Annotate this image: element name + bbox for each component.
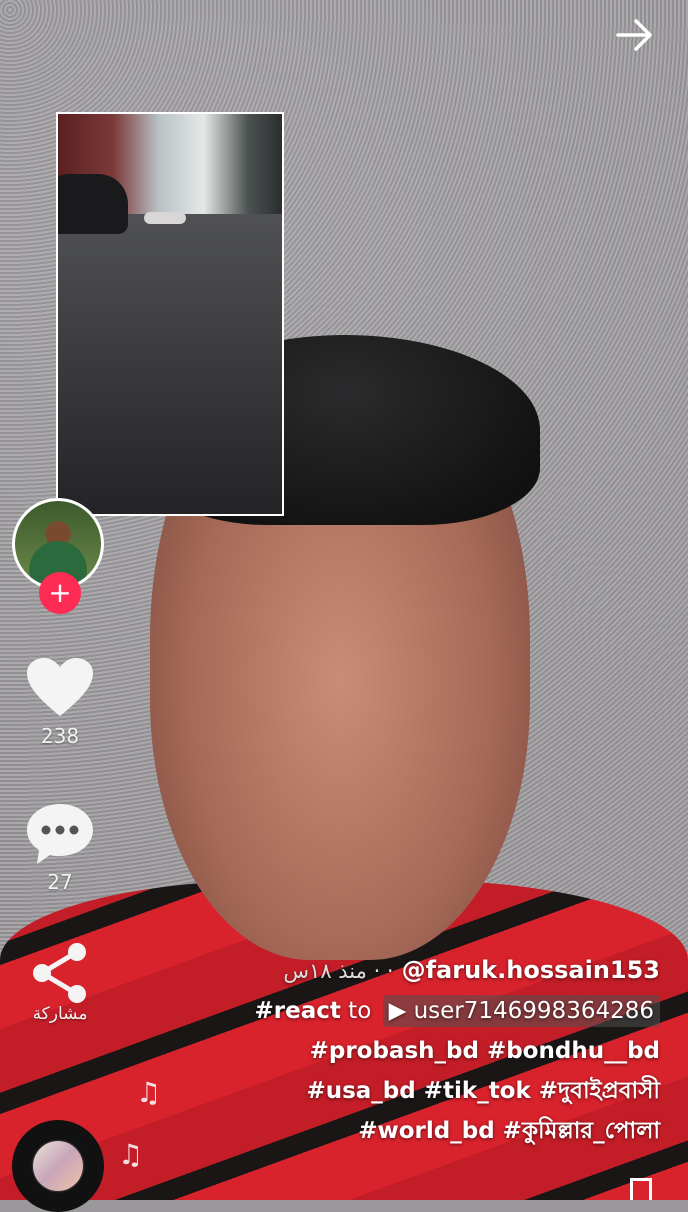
reacted-video-pip[interactable] [56, 112, 284, 516]
play-icon: ▶ [388, 998, 407, 1024]
like-button[interactable]: 238 [18, 656, 102, 748]
follow-button[interactable]: + [39, 572, 81, 614]
comment-count: 27 [47, 870, 73, 894]
plus-icon: + [48, 576, 72, 609]
react-to-text: to [348, 998, 372, 1024]
hashtags-line-2[interactable]: #usa_bd #tik_tok #দুবাইপ্রবাসী [220, 1071, 660, 1111]
music-note-icon: ♫ [118, 1138, 144, 1171]
react-source-chip[interactable]: ▶ user7146998364286 [382, 995, 660, 1027]
share-button[interactable]: مشاركة [18, 942, 102, 1024]
heart-icon[interactable] [25, 656, 95, 720]
comment-button[interactable]: 27 [18, 802, 102, 894]
like-count: 238 [40, 724, 80, 748]
music-note-icon: ♫ [136, 1076, 162, 1109]
hashtags-line-3[interactable]: #world_bd #কুমিল্লার_পোলা [220, 1111, 660, 1151]
react-line: #react to ▶ user7146998364286 [220, 991, 660, 1031]
react-source-user: user7146998364286 [413, 998, 654, 1024]
comment-icon[interactable] [25, 802, 95, 866]
bookmark-icon[interactable] [630, 1178, 652, 1200]
hashtag-react[interactable]: #react [254, 998, 340, 1024]
hashtags-line-1[interactable]: #probash_bd #bondhu__bd [220, 1031, 660, 1071]
post-time: منذ ١٨س · · [283, 959, 394, 983]
share-icon[interactable] [27, 942, 93, 1004]
caption-meta-line: منذ ١٨س · · @faruk.hossain153 [220, 950, 660, 991]
pip-road [58, 214, 282, 514]
pip-figure [144, 212, 186, 224]
arrow-right-icon[interactable] [616, 16, 654, 54]
video-caption: منذ ١٨س · · @faruk.hossain153 #react to ▶… [220, 950, 660, 1151]
creator-avatar-group[interactable]: + [12, 498, 104, 614]
creator-username[interactable]: @faruk.hossain153 [402, 956, 660, 984]
sound-disc[interactable] [12, 1120, 104, 1212]
pip-car [58, 174, 128, 234]
share-label: مشاركة [32, 1004, 88, 1024]
sound-cover [33, 1141, 83, 1191]
